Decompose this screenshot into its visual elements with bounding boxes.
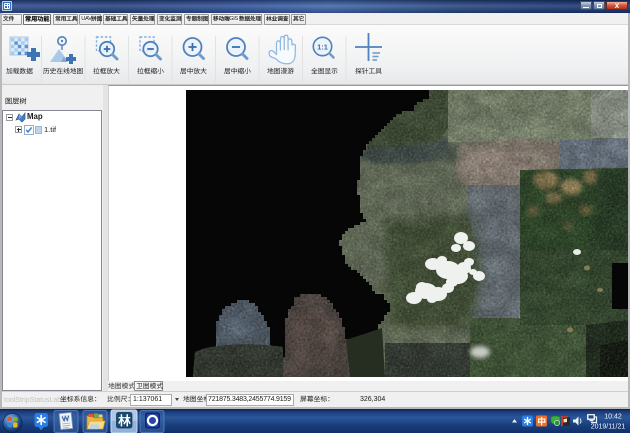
svg-text:10:42: 10:42 [604,414,622,421]
svg-text:1:1: 1:1 [317,42,328,51]
svg-text:2019/11/21: 2019/11/21 [591,424,626,431]
